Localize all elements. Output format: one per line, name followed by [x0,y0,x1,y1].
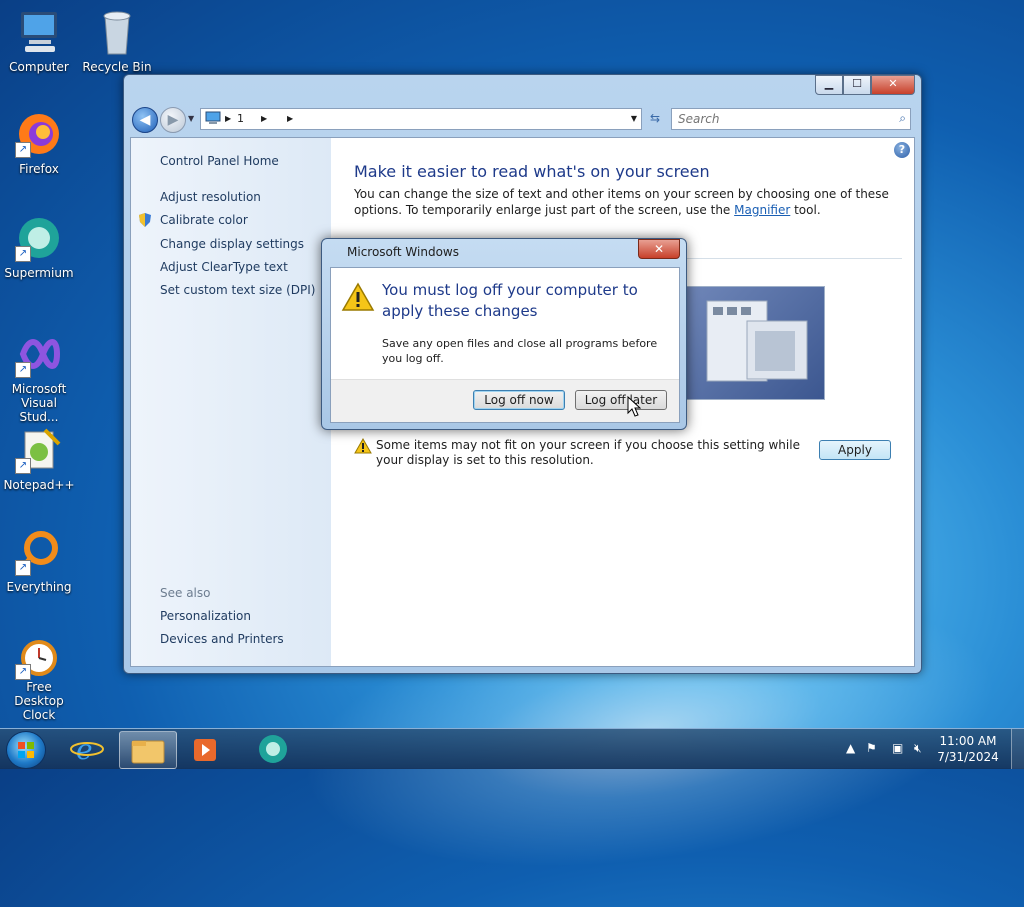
see-also-heading: See also [160,586,211,600]
sidebar-link-calibrate-color[interactable]: Calibrate color [160,213,248,227]
refresh-icon[interactable]: ⇆ [644,108,666,128]
log-off-later-button[interactable]: Log off later [575,390,667,410]
back-button[interactable]: ◀ [132,107,158,133]
desktop-icon-label: Notepad++ [3,478,75,492]
notepadpp-icon: ↗ [15,426,63,474]
folder-icon [131,740,165,764]
supermium-icon: ↗ [15,214,63,262]
taskbar-internet-explorer[interactable]: e [60,731,116,767]
close-window-button[interactable]: ✕ [871,75,915,95]
everything-icon: ↗ [15,528,63,576]
breadcrumb-arrow-icon[interactable]: ▶ [261,114,267,123]
forward-button[interactable]: ▶ [160,107,186,133]
sidebar-link-adjust-resolution[interactable]: Adjust resolution [160,190,261,204]
recycle-bin-icon [93,8,141,56]
desktop-icon-everything[interactable]: ↗ Everything [0,528,78,594]
show-desktop-button[interactable] [1011,729,1024,769]
sidebar-link-change-display-settings[interactable]: Change display settings [160,237,304,251]
search-box[interactable]: ⌕ [671,108,911,130]
shortcut-arrow-icon: ↗ [15,458,31,474]
sidebar: Control Panel Home Adjust resolution Cal… [131,138,331,666]
system-clock[interactable]: 11:00 AM 7/31/2024 [936,733,1000,765]
taskbar: e ▲ ⚑ ▣ 🔇︎ 11:00 AM 7/31/2024 [0,728,1024,769]
windows-logo-icon [18,742,34,758]
help-icon[interactable]: ? [894,142,910,158]
dialog-message: Save any open files and close all progra… [382,337,658,365]
desktop-icon-label: Microsoft Visual Stud... [11,382,67,424]
computer-icon [15,8,63,56]
maximize-button[interactable]: ☐ [843,75,871,95]
sidebar-link-adjust-cleartype[interactable]: Adjust ClearType text [160,260,288,274]
desktop-icon-computer[interactable]: Computer [0,8,78,74]
window-caption-buttons: ▁ ☐ ✕ [815,75,915,95]
shortcut-arrow-icon: ↗ [15,560,31,576]
minimize-button[interactable]: ▁ [815,75,843,95]
shield-icon [138,212,152,228]
warning-icon [354,437,372,458]
dialog-title: Microsoft Windows [347,245,459,259]
desktop-icon-free-desktop-clock[interactable]: ↗ Free Desktop Clock [0,632,78,722]
shortcut-arrow-icon: ↗ [15,362,31,378]
dialog-heading: You must log off your computer to apply … [382,281,638,320]
magnifier-link[interactable]: Magnifier [734,203,790,217]
desktop-icon-visual-studio[interactable]: ↗ Microsoft Visual Stud... [0,330,78,424]
sidebar-link-personalization[interactable]: Personalization [160,609,251,623]
desktop-icon-label: Free Desktop Clock [14,680,64,722]
warning-text: Some items may not fit on your screen if… [376,438,800,467]
page-description: You can change the size of text and othe… [354,186,894,218]
supermium-icon [259,735,287,763]
start-button[interactable] [6,731,46,769]
desktop-icon-label: Supermium [4,266,74,280]
apply-button[interactable]: Apply [819,440,891,460]
history-dropdown-icon[interactable]: ▼ [188,114,194,123]
taskbar-supermium[interactable] [245,731,301,767]
volume-muted-icon[interactable]: 🔇︎ [914,741,922,756]
media-player-icon [194,739,216,761]
display-preview-image [686,286,825,400]
clock-date: 7/31/2024 [937,750,999,764]
control-panel-home-link[interactable]: Control Panel Home [160,154,279,168]
alarm-clock-icon: ↗ [15,632,63,680]
navigation-bar: ◀ ▶ ▼ ▶ 1 ▶ ▶ ▼ ⇆ ⌕ [130,105,915,135]
breadcrumb-segment[interactable]: 1 [237,112,244,125]
description-text-end: tool. [790,203,821,217]
sidebar-link-custom-text-size[interactable]: Set custom text size (DPI) [160,283,315,297]
taskbar-file-explorer[interactable] [119,731,177,769]
desktop-icon-label: Firefox [19,162,59,176]
shortcut-arrow-icon: ↗ [15,246,31,262]
desktop-icon-supermium[interactable]: ↗ Supermium [0,214,78,280]
desktop-icon-label: Computer [9,60,69,74]
search-icon[interactable]: ⌕ [899,111,906,126]
desktop-icon-recycle-bin[interactable]: Recycle Bin [78,8,156,74]
resolution-warning: Some items may not fit on your screen if… [354,437,816,468]
svg-text:e: e [76,733,93,766]
taskbar-media-player[interactable] [178,731,234,767]
desktop-icon-notepadpp[interactable]: ↗ Notepad++ [0,426,78,492]
visual-studio-icon: ↗ [15,330,63,378]
address-bar[interactable]: ▶ 1 ▶ ▶ ▼ [200,108,642,130]
network-icon[interactable]: ▣ [892,741,903,755]
desktop-icon-firefox[interactable]: ↗ Firefox [0,110,78,176]
shortcut-arrow-icon: ↗ [15,664,31,680]
show-hidden-icons-icon[interactable]: ▲ [846,741,855,755]
dialog-close-button[interactable]: ✕ [638,239,680,259]
desktop-icon-label: Everything [6,580,72,594]
breadcrumb-arrow-icon[interactable]: ▶ [225,114,231,123]
warning-icon [341,282,375,315]
mouse-pointer-icon [627,395,642,421]
search-input[interactable] [676,111,880,127]
computer-small-icon [205,111,221,128]
desktop-icon-label: Recycle Bin [82,60,152,74]
clock-time: 11:00 AM [939,734,997,748]
action-center-flag-icon[interactable]: ⚑ [866,741,877,755]
shortcut-arrow-icon: ↗ [15,142,31,158]
internet-explorer-icon: e [70,733,104,766]
breadcrumb-arrow-icon[interactable]: ▶ [287,114,293,123]
log-off-now-button[interactable]: Log off now [473,390,565,410]
sidebar-link-devices-printers[interactable]: Devices and Printers [160,632,284,646]
address-dropdown-icon[interactable]: ▼ [631,114,637,123]
page-heading: Make it easier to read what's on your sc… [354,162,710,181]
firefox-icon: ↗ [15,110,63,158]
